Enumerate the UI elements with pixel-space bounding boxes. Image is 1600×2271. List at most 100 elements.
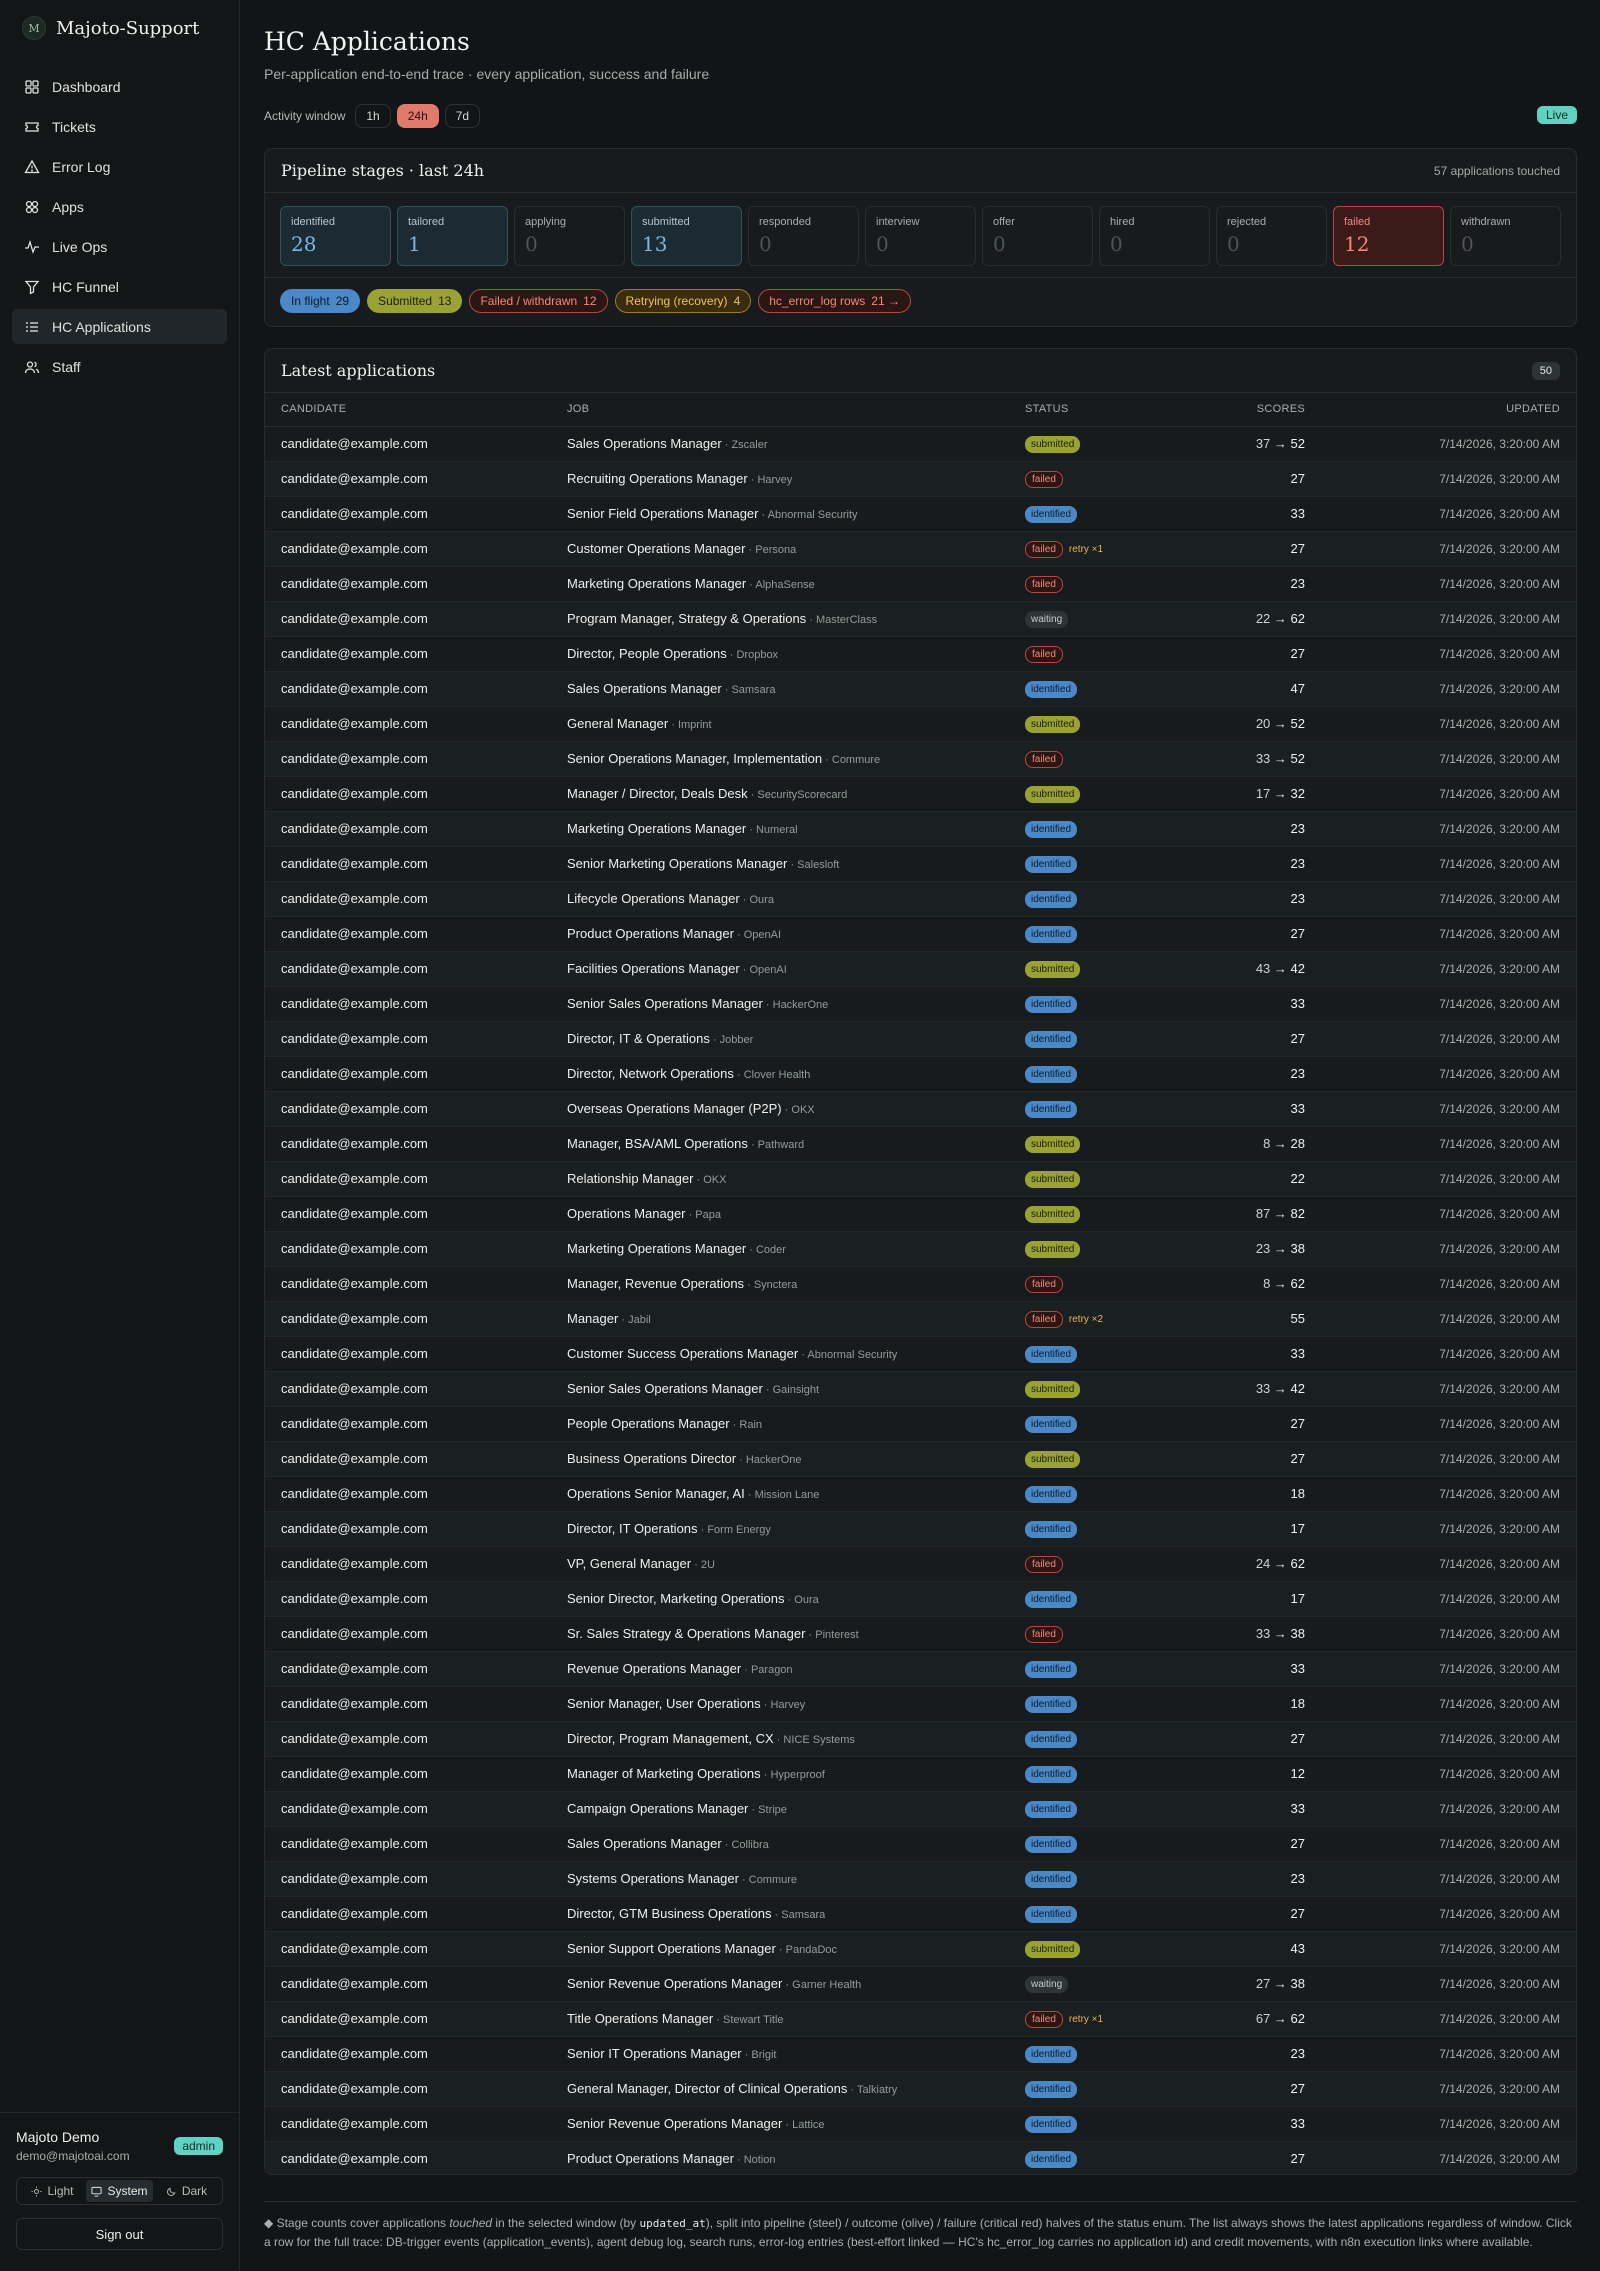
table-row[interactable]: candidate@example.com Senior IT Operation… (265, 2036, 1576, 2072)
theme-dark-button[interactable]: Dark (153, 2180, 220, 2202)
stage-withdrawn[interactable]: withdrawn 0 (1450, 206, 1561, 266)
table-row[interactable]: candidate@example.com Product Operations … (265, 2141, 1576, 2174)
table-row[interactable]: candidate@example.com Director, Program M… (265, 1721, 1576, 1757)
stage-identified[interactable]: identified 28 (280, 206, 391, 266)
stage-tailored[interactable]: tailored 1 (397, 206, 508, 266)
stage-offer[interactable]: offer 0 (982, 206, 1093, 266)
column-header-updated[interactable]: UPDATED (1305, 393, 1576, 427)
column-header-scores[interactable]: SCORES (1205, 393, 1305, 427)
table-row[interactable]: candidate@example.com Sales Operations Ma… (265, 1826, 1576, 1862)
table-row[interactable]: candidate@example.com Senior Operations M… (265, 741, 1576, 777)
column-header-status[interactable]: STATUS (1025, 393, 1205, 427)
table-row[interactable]: candidate@example.com Facilities Operatio… (265, 951, 1576, 987)
table-row[interactable]: candidate@example.com Manager, BSA/AML Op… (265, 1126, 1576, 1162)
table-row[interactable]: candidate@example.com Campaign Operations… (265, 1791, 1576, 1827)
table-row[interactable]: candidate@example.com Senior Manager, Use… (265, 1686, 1576, 1722)
column-header-candidate[interactable]: CANDIDATE (265, 393, 567, 427)
table-row[interactable]: candidate@example.com General Manager · I… (265, 706, 1576, 742)
chip-failed-withdrawn[interactable]: Failed / withdrawn 12 (469, 289, 608, 313)
stage-responded[interactable]: responded 0 (748, 206, 859, 266)
table-row[interactable]: candidate@example.com Senior Sales Operat… (265, 1371, 1576, 1407)
chip-in-flight[interactable]: In flight 29 (280, 289, 361, 313)
sidebar-item-tickets[interactable]: Tickets (12, 109, 227, 144)
table-row[interactable]: candidate@example.com Senior Support Oper… (265, 1931, 1576, 1967)
funnel-icon (24, 279, 40, 295)
window-option-7d[interactable]: 7d (444, 104, 481, 128)
table-row[interactable]: candidate@example.com Operations Senior M… (265, 1476, 1576, 1512)
theme-system-button[interactable]: System (86, 2180, 153, 2202)
updated-cell: 7/14/2026, 3:20:00 AM (1305, 1476, 1576, 1512)
updated-cell: 7/14/2026, 3:20:00 AM (1305, 1056, 1576, 1092)
window-option-1h[interactable]: 1h (355, 104, 391, 128)
table-row[interactable]: candidate@example.com Director, GTM Busin… (265, 1896, 1576, 1932)
table-row[interactable]: candidate@example.com Marketing Operation… (265, 1231, 1576, 1267)
table-row[interactable]: candidate@example.com Senior Marketing Op… (265, 846, 1576, 882)
table-row[interactable]: candidate@example.com Director, IT Operat… (265, 1511, 1576, 1547)
table-row[interactable]: candidate@example.com Sales Operations Ma… (265, 671, 1576, 707)
stage-applying[interactable]: applying 0 (514, 206, 625, 266)
sidebar-item-hc-funnel[interactable]: HC Funnel (12, 269, 227, 304)
table-row[interactable]: candidate@example.com People Operations M… (265, 1406, 1576, 1442)
table-row[interactable]: candidate@example.com Director, People Op… (265, 636, 1576, 672)
table-row[interactable]: candidate@example.com Product Operations … (265, 916, 1576, 952)
table-row[interactable]: candidate@example.com Manager, Revenue Op… (265, 1266, 1576, 1302)
table-row[interactable]: candidate@example.com Manager of Marketin… (265, 1756, 1576, 1792)
table-row[interactable]: candidate@example.com Senior Revenue Oper… (265, 2106, 1576, 2142)
table-row[interactable]: candidate@example.com VP, General Manager… (265, 1546, 1576, 1582)
table-row[interactable]: candidate@example.com Senior Field Operat… (265, 496, 1576, 532)
table-row[interactable]: candidate@example.com Sales Operations Ma… (265, 426, 1576, 462)
chip-hc-error-log-rows[interactable]: hc_error_log rows 21 → (758, 289, 911, 313)
table-row[interactable]: candidate@example.com Systems Operations … (265, 1861, 1576, 1897)
table-row[interactable]: candidate@example.com Customer Operations… (265, 531, 1576, 567)
table-row[interactable]: candidate@example.com Business Operations… (265, 1441, 1576, 1477)
table-row[interactable]: candidate@example.com Marketing Operation… (265, 566, 1576, 602)
updated-timestamp: 7/14/2026, 3:20:00 AM (1439, 611, 1560, 626)
stage-failed[interactable]: failed 12 (1333, 206, 1444, 266)
stage-interview[interactable]: interview 0 (865, 206, 976, 266)
table-row[interactable]: candidate@example.com Revenue Operations … (265, 1651, 1576, 1687)
brand[interactable]: M Majoto-Support (0, 0, 239, 56)
job-separator: · (733, 1069, 744, 1081)
theme-light-button[interactable]: Light (19, 2180, 86, 2202)
table-row[interactable]: candidate@example.com Senior Sales Operat… (265, 986, 1576, 1022)
table-row[interactable]: candidate@example.com Manager · Jabil fail… (265, 1301, 1576, 1337)
sidebar-item-live-ops[interactable]: Live Ops (12, 229, 227, 264)
stage-rejected[interactable]: rejected 0 (1216, 206, 1327, 266)
table-row[interactable]: candidate@example.com Senior Director, Ma… (265, 1581, 1576, 1617)
chip-submitted[interactable]: Submitted 13 (367, 289, 463, 313)
table-row[interactable]: candidate@example.com Customer Success Op… (265, 1336, 1576, 1372)
table-row[interactable]: candidate@example.com Overseas Operations… (265, 1091, 1576, 1127)
table-row[interactable]: candidate@example.com Sr. Sales Strategy … (265, 1616, 1576, 1652)
column-header-job[interactable]: JOB (567, 393, 1025, 427)
sidebar-item-apps[interactable]: Apps (12, 189, 227, 224)
table-row[interactable]: candidate@example.com Lifecycle Operation… (265, 881, 1576, 917)
table-row[interactable]: candidate@example.com Operations Manager … (265, 1196, 1576, 1232)
activity-window-options: 1h 24h 7d (355, 104, 486, 128)
table-row[interactable]: candidate@example.com General Manager, Di… (265, 2071, 1576, 2107)
job-company: Paragon (750, 1664, 793, 1676)
table-row[interactable]: candidate@example.com Marketing Operation… (265, 811, 1576, 847)
table-row[interactable]: candidate@example.com Relationship Manage… (265, 1161, 1576, 1197)
chip-retrying-recovery[interactable]: Retrying (recovery) 4 (614, 289, 752, 313)
table-row[interactable]: candidate@example.com Recruiting Operatio… (265, 461, 1576, 497)
sidebar-item-hc-applications[interactable]: HC Applications (12, 309, 227, 344)
stage-count: 13 (642, 232, 668, 256)
table-row[interactable]: candidate@example.com Senior Revenue Oper… (265, 1966, 1576, 2002)
stage-submitted[interactable]: submitted 13 (631, 206, 742, 266)
sign-out-button[interactable]: Sign out (16, 2218, 223, 2250)
table-row[interactable]: candidate@example.com Director, Network O… (265, 1056, 1576, 1092)
table-row[interactable]: candidate@example.com Program Manager, St… (265, 601, 1576, 637)
sidebar-item-staff[interactable]: Staff (12, 349, 227, 384)
candidate-cell: candidate@example.com (265, 1056, 567, 1092)
table-row[interactable]: candidate@example.com Director, IT & Oper… (265, 1021, 1576, 1057)
stage-hired[interactable]: hired 0 (1099, 206, 1210, 266)
table-row[interactable]: candidate@example.com Title Operations Ma… (265, 2001, 1576, 2037)
candidate-email: candidate@example.com (281, 2011, 428, 2026)
scores-cell: 23 (1205, 1056, 1305, 1092)
job-separator: · (747, 789, 758, 801)
sidebar-item-error-log[interactable]: Error Log (12, 149, 227, 184)
job-title: Title Operations Manager (567, 2011, 714, 2026)
window-option-24h[interactable]: 24h (396, 104, 439, 128)
sidebar-item-dashboard[interactable]: Dashboard (12, 69, 227, 104)
table-row[interactable]: candidate@example.com Manager / Director,… (265, 776, 1576, 812)
